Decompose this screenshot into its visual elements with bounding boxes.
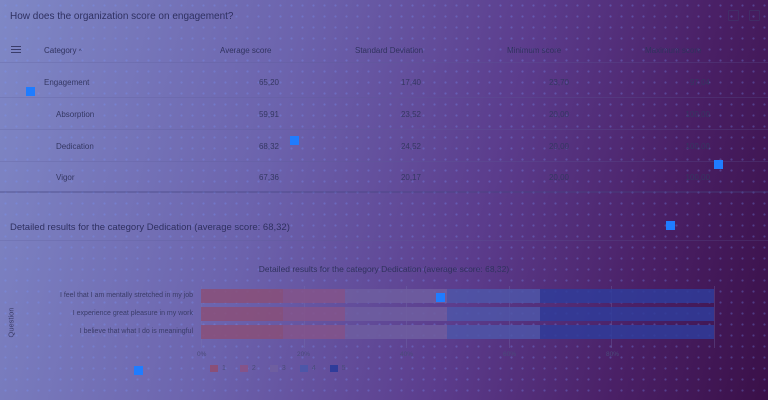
bar-segment[interactable] (344, 307, 448, 321)
chart-legend: 1 2 3 4 5 (210, 365, 346, 372)
y-tick-label: I feel that I am mentally stretched in m… (59, 292, 193, 299)
bar-segment[interactable] (539, 289, 714, 303)
row-sd: 17,40 (400, 78, 421, 87)
bar-segment[interactable] (447, 307, 540, 321)
y-tick-label: I experience great pleasure in my work (72, 310, 193, 317)
legend-swatch (329, 365, 338, 372)
highlight-marker (134, 366, 143, 375)
highlight-marker (436, 293, 445, 302)
bar-segment[interactable] (283, 325, 345, 339)
row-sd: 20,17 (400, 173, 421, 182)
legend-item[interactable]: 3 (269, 365, 286, 372)
y-axis-title: Question (6, 307, 16, 338)
panel-title: Detailed results for the category Dedica… (10, 222, 290, 233)
column-header-average[interactable]: Average score (220, 46, 271, 55)
more-icon[interactable] (749, 10, 760, 21)
dot-overlay (0, 0, 768, 400)
legend-label: 2 (251, 365, 256, 372)
row-min: 20,00 (548, 110, 569, 119)
bar-segment[interactable] (344, 325, 448, 339)
row-category: Dedication (56, 142, 94, 151)
x-tick-label: 60% (503, 351, 517, 358)
x-tick-label: 80% (606, 351, 620, 358)
highlight-marker (290, 136, 299, 145)
column-header-category[interactable]: Category ^ (44, 46, 82, 55)
x-tick-label: 20% (297, 351, 311, 358)
bar-segment[interactable] (447, 325, 540, 339)
legend-item[interactable]: 5 (329, 365, 346, 372)
legend-swatch (299, 365, 308, 372)
bar-segment[interactable] (201, 289, 284, 303)
legend-item[interactable]: 1 (210, 365, 226, 372)
panel-window-controls (728, 10, 760, 21)
sort-ascending-icon[interactable]: ^ (79, 49, 82, 55)
header-divider (0, 62, 768, 63)
column-header-sd[interactable]: Standard Deviation (355, 46, 423, 55)
legend-swatch (210, 365, 218, 372)
row-min: 20,00 (548, 142, 569, 151)
row-category: Absorption (56, 110, 95, 119)
column-header-label: Category (44, 46, 77, 55)
legend-item[interactable]: 4 (299, 365, 316, 372)
x-tick-label: 0% (197, 351, 207, 358)
menu-icon[interactable] (11, 46, 21, 54)
panel-title: How does the organization score on engag… (10, 11, 234, 22)
row-divider (0, 129, 768, 130)
legend-swatch (239, 365, 248, 372)
row-max: 97,04 (689, 78, 710, 87)
row-divider (0, 97, 768, 98)
bar-segment[interactable] (201, 307, 284, 321)
panel-separator (0, 191, 768, 193)
row-min: 23,70 (548, 78, 569, 87)
legend-swatch (269, 365, 278, 372)
legend-label: 3 (281, 365, 286, 372)
bar-segment[interactable] (344, 289, 448, 303)
row-average: 67,36 (258, 173, 279, 182)
bar-segment[interactable] (447, 289, 540, 303)
row-average: 59,91 (258, 110, 279, 119)
bar-segment[interactable] (283, 289, 345, 303)
highlight-marker (26, 87, 35, 96)
row-min: 20,00 (548, 173, 569, 182)
y-tick-label: I believe that what I do is meaningful (79, 328, 193, 335)
x-gridline (714, 286, 715, 348)
bar-segment[interactable] (283, 307, 345, 321)
row-average: 68,32 (258, 142, 279, 151)
expand-icon[interactable] (728, 10, 739, 21)
column-header-min[interactable]: Minimum score (507, 46, 561, 55)
chart-title: Detailed results for the category Dedica… (258, 264, 510, 274)
row-sd: 24,52 (400, 142, 421, 151)
row-max: 100,00 (685, 173, 710, 182)
x-tick-label: 40% (400, 351, 414, 358)
highlight-marker (666, 221, 675, 230)
row-category: Vigor (56, 173, 75, 182)
legend-label: 1 (222, 365, 226, 372)
column-header-max[interactable]: Maximum score (645, 46, 701, 55)
row-max: 100,00 (685, 110, 710, 119)
legend-label: 4 (311, 365, 316, 372)
row-average: 65,20 (258, 78, 279, 87)
row-sd: 23,52 (400, 110, 421, 119)
bar-segment[interactable] (539, 307, 714, 321)
bar-segment[interactable] (539, 325, 714, 339)
highlight-marker (714, 160, 723, 169)
panel-divider (0, 240, 768, 241)
legend-item[interactable]: 2 (239, 365, 256, 372)
bar-segment[interactable] (201, 325, 284, 339)
row-max: 100,00 (685, 142, 710, 151)
row-category: Engagement (44, 78, 90, 87)
legend-label: 5 (341, 365, 346, 372)
row-divider (0, 161, 768, 162)
